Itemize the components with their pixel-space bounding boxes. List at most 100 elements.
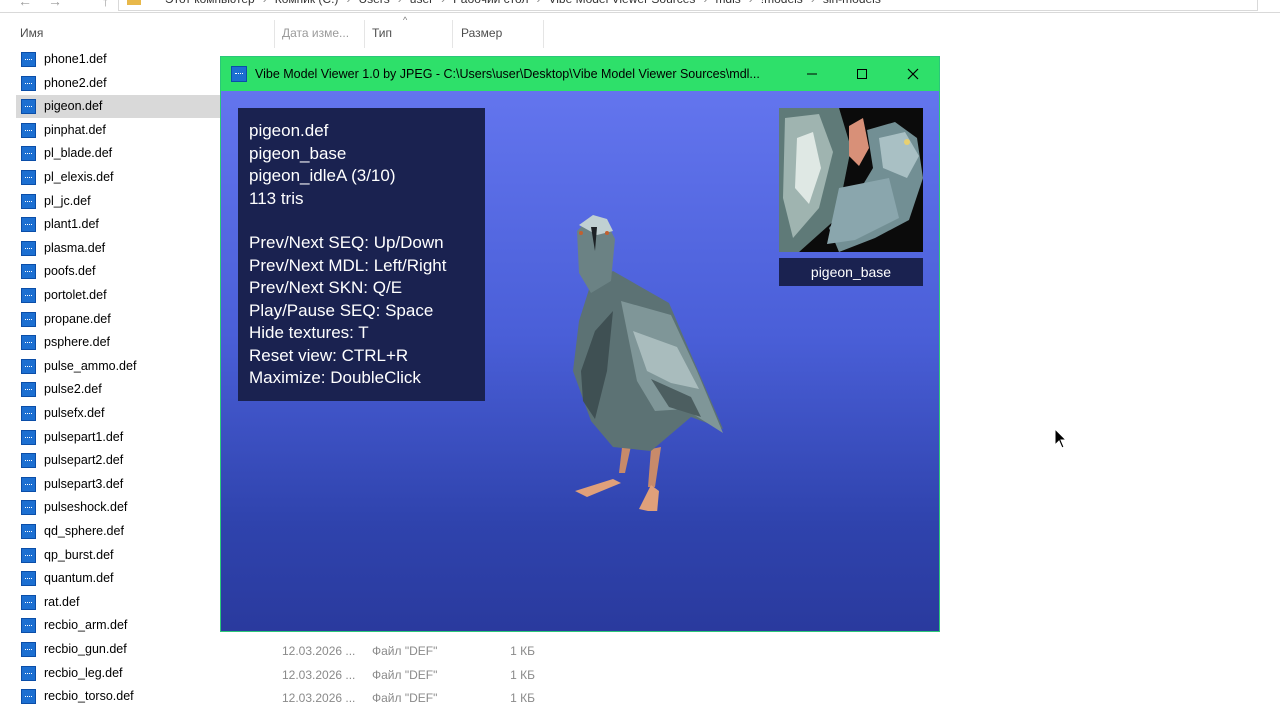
file-row[interactable]: pulse2.def bbox=[16, 378, 220, 401]
column-divider[interactable] bbox=[543, 20, 544, 48]
breadcrumb-separator-icon[interactable]: › bbox=[346, 0, 350, 6]
breadcrumb-item[interactable]: Vibe Model Viewer Sources bbox=[548, 0, 695, 6]
back-arrow-icon[interactable]: ← bbox=[18, 0, 32, 9]
breadcrumb-item[interactable]: Рабочий стол bbox=[453, 0, 528, 6]
breadcrumb-item[interactable]: Компик (C:) bbox=[275, 0, 339, 6]
breadcrumb-separator-icon[interactable]: › bbox=[811, 0, 815, 6]
texture-thumbnail bbox=[779, 108, 923, 252]
def-file-icon bbox=[21, 193, 36, 209]
breadcrumb-separator-icon[interactable]: › bbox=[398, 0, 402, 6]
file-row[interactable]: pulsefx.def bbox=[16, 402, 220, 425]
def-file-icon bbox=[21, 382, 36, 398]
up-arrow-icon[interactable]: ↑ bbox=[102, 0, 109, 9]
def-file-icon bbox=[21, 75, 36, 91]
file-row[interactable]: plasma.def bbox=[16, 237, 220, 260]
file-row[interactable]: phone2.def bbox=[16, 72, 220, 95]
minimize-icon bbox=[807, 73, 817, 75]
breadcrumb-item[interactable]: user bbox=[410, 0, 433, 6]
model-viewport[interactable]: pigeon.def pigeon_base pigeon_idleA (3/1… bbox=[221, 91, 939, 631]
file-row[interactable]: pigeon.def bbox=[16, 95, 220, 119]
breadcrumb-item[interactable]: sin-models bbox=[823, 0, 881, 6]
file-row[interactable]: quantum.def bbox=[16, 567, 220, 590]
file-row[interactable]: pl_jc.def bbox=[16, 190, 220, 213]
column-divider[interactable] bbox=[364, 20, 365, 48]
file-row[interactable]: recbio_leg.def bbox=[16, 662, 220, 685]
viewer-window[interactable]: Vibe Model Viewer 1.0 by JPEG - C:\Users… bbox=[220, 56, 940, 632]
breadcrumb-separator-icon[interactable]: › bbox=[263, 0, 267, 6]
close-button[interactable] bbox=[890, 57, 936, 91]
maximize-button[interactable] bbox=[839, 57, 885, 91]
file-name: recbio_gun.def bbox=[44, 642, 127, 656]
file-row[interactable]: propane.def bbox=[16, 308, 220, 331]
file-name: qd_sphere.def bbox=[44, 524, 124, 538]
file-row[interactable]: plant1.def bbox=[16, 213, 220, 236]
viewer-titlebar[interactable]: Vibe Model Viewer 1.0 by JPEG - C:\Users… bbox=[221, 57, 939, 91]
window-title: Vibe Model Viewer 1.0 by JPEG - C:\Users… bbox=[255, 67, 760, 81]
file-row[interactable]: pulsepart3.def bbox=[16, 473, 220, 496]
pigeon-eye bbox=[605, 231, 609, 235]
file-row[interactable]: pl_elexis.def bbox=[16, 166, 220, 189]
file-row[interactable]: pulsepart1.def bbox=[16, 426, 220, 449]
help-line: Reset view: CTRL+R bbox=[249, 345, 409, 365]
sort-up-icon: ^ bbox=[403, 15, 408, 25]
def-file-icon bbox=[21, 358, 36, 374]
file-row[interactable]: recbio_gun.def bbox=[16, 638, 220, 661]
breadcrumb-item[interactable]: !models bbox=[761, 0, 803, 6]
file-row[interactable]: pulseshock.def bbox=[16, 496, 220, 519]
file-row[interactable]: qd_sphere.def bbox=[16, 520, 220, 543]
pigeon-eye bbox=[579, 231, 583, 235]
file-row[interactable]: recbio_torso.def bbox=[16, 685, 220, 708]
help-line: Maximize: DoubleClick bbox=[249, 368, 421, 387]
file-row[interactable]: phone1.def bbox=[16, 48, 220, 71]
close-icon bbox=[907, 68, 919, 80]
def-file-icon bbox=[21, 500, 36, 516]
breadcrumb-separator-icon[interactable]: › bbox=[703, 0, 707, 6]
file-name: pl_jc.def bbox=[44, 193, 91, 208]
file-row[interactable]: pinphat.def bbox=[16, 119, 220, 142]
column-header-size[interactable]: Размер bbox=[461, 26, 502, 44]
column-divider[interactable] bbox=[274, 20, 275, 48]
pigeon-foot bbox=[575, 479, 621, 497]
pigeon-texture-image bbox=[779, 108, 923, 252]
column-header-date[interactable]: Дата изме... bbox=[282, 26, 349, 44]
def-file-icon bbox=[21, 665, 36, 681]
file-row[interactable]: qp_burst.def bbox=[16, 544, 220, 567]
mouse-cursor-icon bbox=[1054, 428, 1068, 449]
file-name: recbio_arm.def bbox=[44, 618, 128, 633]
file-row[interactable]: recbio_arm.def bbox=[16, 614, 220, 637]
file-row[interactable]: pulsepart2.def bbox=[16, 449, 220, 472]
file-name: rat.def bbox=[44, 594, 80, 609]
breadcrumb[interactable]: Этот компьютер › Компик (C:) › Users › user › Ра… bbox=[118, 0, 1258, 11]
file-name: recbio_torso.def bbox=[44, 689, 134, 704]
pigeon-model bbox=[573, 215, 723, 511]
help-line: Prev/Next MDL: Left/Right bbox=[249, 255, 447, 275]
file-name: plant1.def bbox=[44, 217, 99, 232]
file-name: pigeon.def bbox=[44, 99, 103, 114]
file-row[interactable]: pl_blade.def bbox=[16, 142, 220, 165]
file-row[interactable]: rat.def bbox=[16, 591, 220, 614]
file-row[interactable]: pulse_ammo.def bbox=[16, 355, 220, 378]
column-header-name[interactable]: Имя bbox=[20, 26, 43, 44]
breadcrumb-separator-icon[interactable]: › bbox=[749, 0, 753, 6]
file-row[interactable]: psphere.def bbox=[16, 331, 220, 354]
minimize-button[interactable] bbox=[789, 57, 835, 91]
def-file-icon bbox=[21, 453, 36, 469]
column-divider[interactable] bbox=[452, 20, 453, 48]
breadcrumb-item[interactable]: mdls bbox=[715, 0, 740, 6]
breadcrumb-separator-icon[interactable]: › bbox=[536, 0, 540, 6]
file-date: 12.03.2026 ... bbox=[282, 667, 356, 682]
file-name: pulsepart3.def bbox=[44, 476, 124, 491]
file-name: pulseshock.def bbox=[44, 500, 128, 515]
column-header-type[interactable]: Тип bbox=[372, 26, 392, 44]
info-file: pigeon.def bbox=[249, 121, 329, 140]
file-row[interactable]: poofs.def bbox=[16, 260, 220, 283]
breadcrumb-separator-icon[interactable]: › bbox=[441, 0, 445, 6]
breadcrumb-item[interactable]: Users bbox=[358, 0, 389, 6]
def-file-icon bbox=[21, 476, 36, 492]
breadcrumb-item[interactable]: Этот компьютер bbox=[165, 0, 255, 6]
def-file-icon bbox=[21, 99, 36, 115]
file-name: quantum.def bbox=[44, 571, 114, 586]
file-row[interactable]: portolet.def bbox=[16, 284, 220, 307]
forward-arrow-icon[interactable]: → bbox=[48, 0, 62, 9]
file-name: phone1.def bbox=[44, 52, 107, 66]
